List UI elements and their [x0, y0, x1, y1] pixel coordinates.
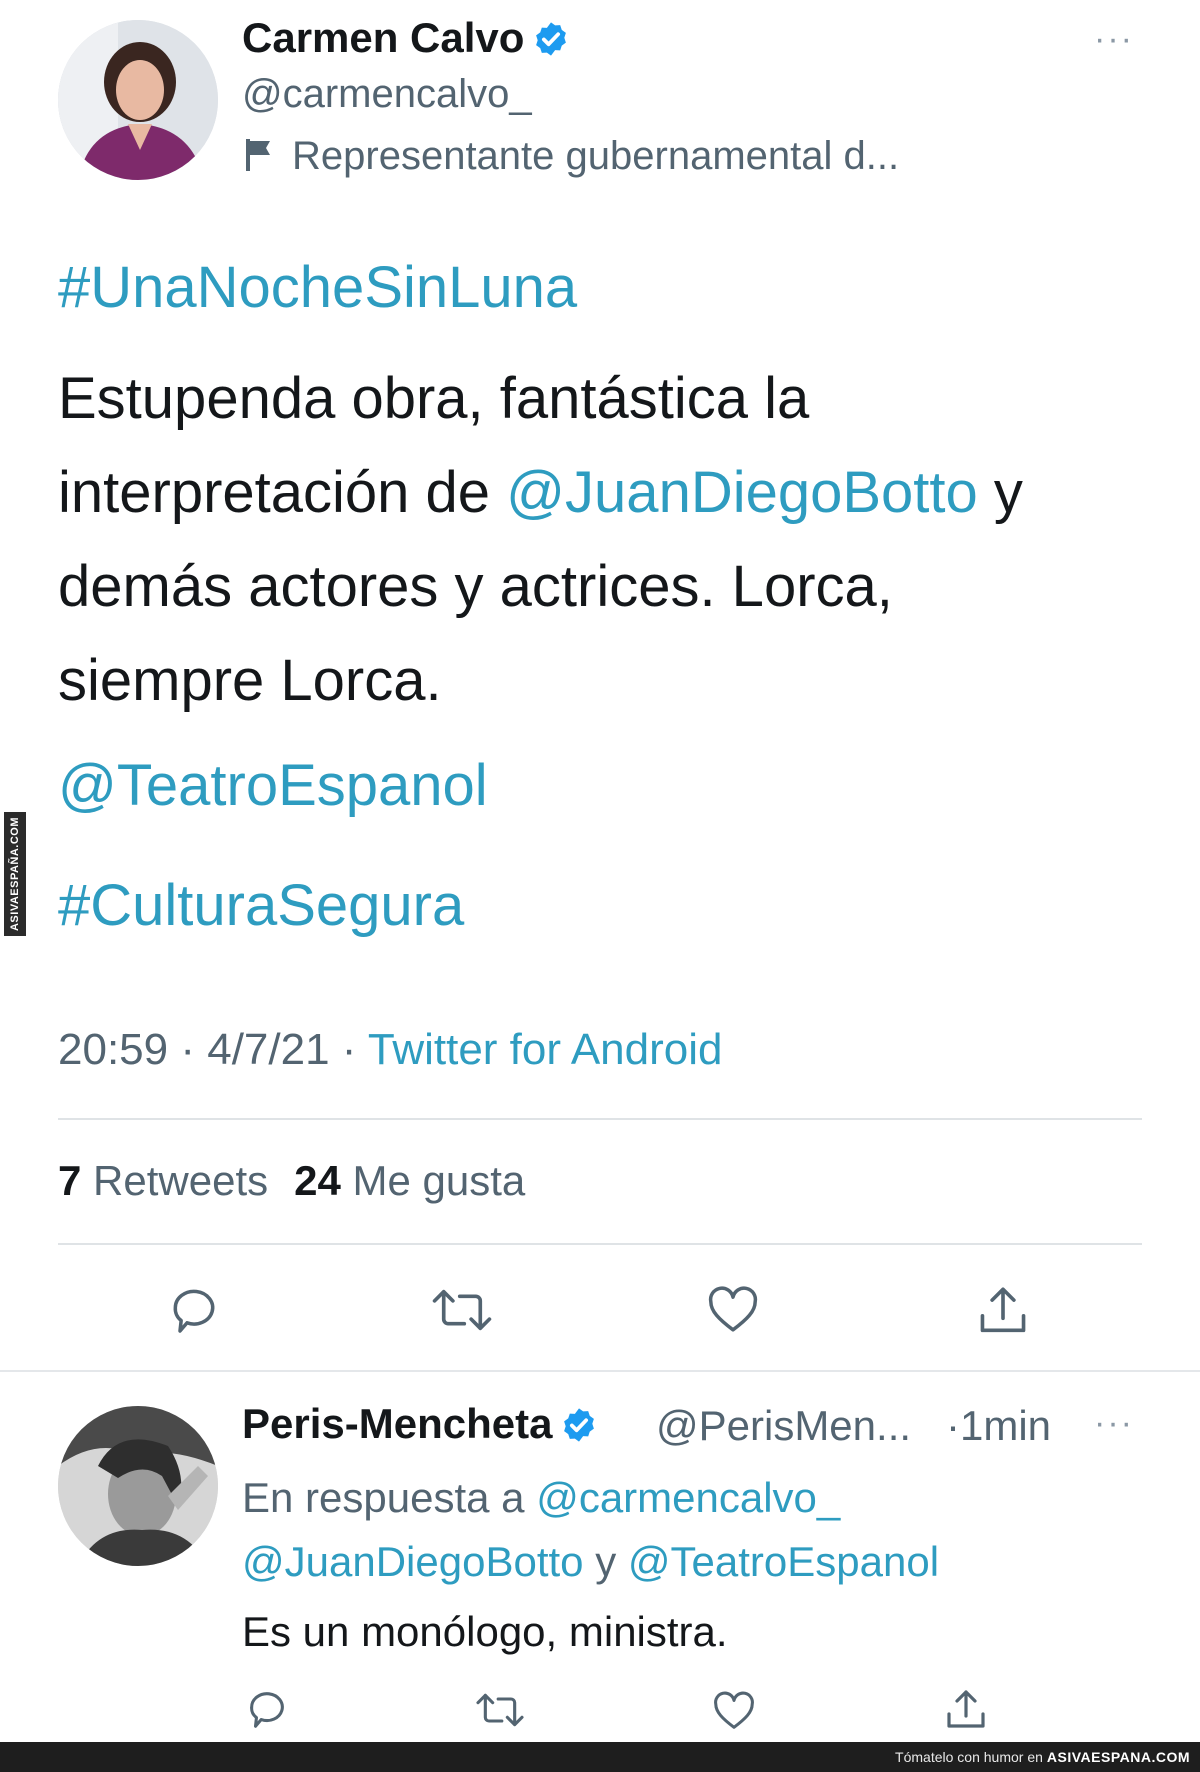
likes-label: Me gusta	[352, 1157, 526, 1204]
hashtag-culturasegura[interactable]: #CulturaSegura	[58, 872, 464, 939]
replying-to-and: y	[583, 1538, 628, 1585]
replying-to: En respuesta a @carmencalvo_ @JuanDiegoB…	[242, 1466, 1142, 1594]
tweet-date[interactable]: 4/7/21	[207, 1025, 329, 1074]
footer-text: Tómatelo con humor en	[895, 1749, 1043, 1765]
mention-juandiegobotto[interactable]: @JuanDiegoBotto	[506, 460, 978, 525]
reply-body: Es un monólogo, ministra.	[242, 1608, 728, 1655]
retweet-button[interactable]	[430, 1282, 494, 1338]
reply-button[interactable]	[244, 1686, 290, 1732]
share-icon	[947, 1690, 985, 1728]
more-icon[interactable]: ···	[1094, 1404, 1134, 1443]
tweet-body: Estupenda obra, fantástica la interpreta…	[58, 352, 1158, 728]
retweets-count: 7	[58, 1157, 82, 1204]
tweet-body-text: y	[977, 460, 1023, 525]
tweet-meta: 20:59 · 4/7/21 · Twitter for Android	[58, 1025, 722, 1075]
mention-carmencalvo[interactable]: @carmencalvo_	[536, 1474, 840, 1521]
tweet-body-line: interpretación de @JuanDiegoBotto y	[58, 446, 1158, 540]
reply-button[interactable]	[166, 1282, 222, 1338]
author-name[interactable]: Carmen Calvo	[242, 14, 570, 62]
reply-avatar[interactable]	[58, 1406, 218, 1566]
tweet-body-line: siempre Lorca.	[58, 648, 442, 713]
government-label: Representante gubernamental d...	[244, 134, 899, 179]
flag-icon	[246, 139, 270, 171]
author-handle[interactable]: @carmencalvo_	[242, 72, 532, 117]
like-icon	[708, 1286, 758, 1332]
reply-author-handle[interactable]: @PerisMen...	[656, 1402, 911, 1450]
share-button[interactable]	[974, 1282, 1032, 1340]
retweet-button[interactable]	[474, 1688, 526, 1732]
retweets-label: Retweets	[93, 1157, 269, 1204]
tweet-source[interactable]: Twitter for Android	[368, 1025, 723, 1074]
mention-teatroespanol[interactable]: @TeatroEspanol	[58, 752, 488, 819]
tweet-body-text: interpretación de	[58, 460, 507, 525]
meta-separator: ·	[329, 1025, 368, 1074]
hashtag-unanochesinluna[interactable]: #UnaNocheSinLuna	[58, 254, 577, 321]
reply-author-name[interactable]: Peris-Mencheta	[242, 1400, 598, 1448]
reply-time[interactable]: ·1min	[946, 1402, 1051, 1450]
verified-badge-icon	[536, 22, 567, 56]
tweet-body-line: Estupenda obra, fantástica la	[58, 366, 810, 431]
reply-avatar-image	[58, 1406, 218, 1566]
tweet-separator	[0, 1370, 1200, 1372]
mention-teatroespanol[interactable]: @TeatroEspanol	[628, 1538, 939, 1585]
divider	[58, 1243, 1142, 1245]
avatar-image	[58, 20, 218, 180]
meta-separator: ·	[168, 1025, 208, 1074]
like-button[interactable]	[704, 1282, 762, 1338]
footer-brand[interactable]: ASIVAESPANA.COM	[1047, 1749, 1190, 1765]
footer-watermark: Tómatelo con humor en ASIVAESPANA.COM	[0, 1742, 1200, 1772]
share-icon	[980, 1287, 1026, 1333]
retweet-icon	[476, 1693, 524, 1727]
reply-author-name-text: Peris-Mencheta	[242, 1400, 553, 1447]
tweet-stats: 7 Retweets 24 Me gusta	[58, 1157, 525, 1205]
tweet-time[interactable]: 20:59	[58, 1025, 168, 1074]
share-button[interactable]	[942, 1686, 990, 1734]
like-icon	[714, 1691, 754, 1729]
like-button[interactable]	[710, 1688, 758, 1734]
author-name-text: Carmen Calvo	[242, 14, 525, 61]
mention-juandiegobotto[interactable]: @JuanDiegoBotto	[242, 1538, 584, 1585]
likes-count: 24	[294, 1157, 341, 1204]
main-tweet: Carmen Calvo @carmencalvo_ ··· Represent…	[0, 0, 1200, 1368]
reply-icon	[250, 1692, 284, 1728]
more-icon[interactable]: ···	[1094, 20, 1134, 59]
verified-badge-icon	[564, 1408, 595, 1442]
likes-stat[interactable]: 24 Me gusta	[294, 1157, 525, 1204]
avatar[interactable]	[58, 20, 218, 180]
retweets-stat[interactable]: 7 Retweets	[58, 1157, 268, 1204]
government-label-text: Representante gubernamental d...	[292, 134, 900, 178]
reply-icon	[173, 1289, 215, 1333]
divider	[58, 1118, 1142, 1120]
replying-to-label: En respuesta a	[242, 1474, 537, 1521]
tweet-body-line: demás actores y actrices. Lorca,	[58, 554, 893, 619]
retweet-icon	[432, 1289, 492, 1331]
